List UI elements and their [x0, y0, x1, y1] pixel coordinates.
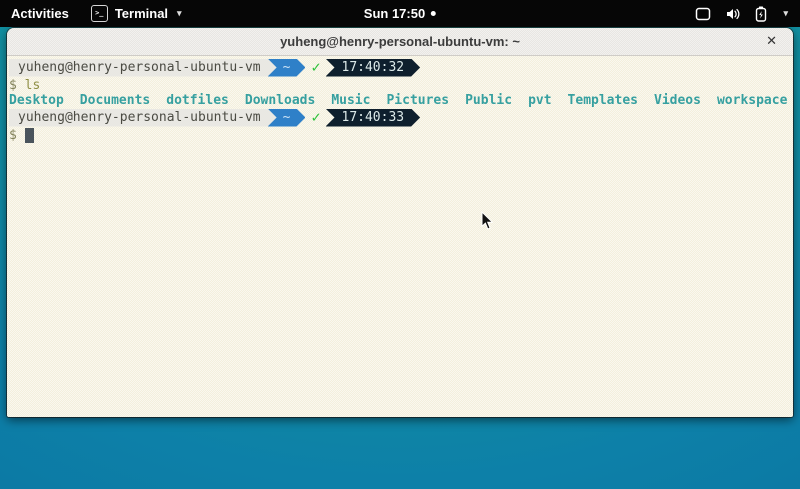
display-icon: [695, 7, 711, 21]
prompt-symbol: $: [9, 78, 17, 93]
prompt-timestamp: 17:40:33: [326, 109, 421, 127]
text-cursor: [25, 128, 34, 143]
activities-button[interactable]: Activities: [0, 0, 80, 27]
chevron-down-icon: ▾: [783, 8, 788, 19]
directory-name: Public: [465, 93, 512, 108]
directory-name: workspace: [717, 93, 787, 108]
ls-output: Desktop Documents dotfiles Downloads Music Pi…: [9, 93, 793, 108]
prompt-line: yuheng@henry-personal-ubuntu-vm ~ ✓ 17:4…: [9, 108, 793, 127]
terminal-window: yuheng@henry-personal-ubuntu-vm: ~ ✕ yuh…: [7, 28, 793, 417]
prompt-user-host: yuheng@henry-personal-ubuntu-vm: [9, 109, 277, 127]
prompt-timestamp: 17:40:32: [326, 59, 421, 77]
directory-name: pvt: [528, 93, 551, 108]
current-input-line[interactable]: $: [9, 128, 793, 143]
system-status-menu[interactable]: ▾: [683, 0, 800, 27]
directory-name: Desktop: [9, 93, 64, 108]
check-icon: ✓: [311, 110, 320, 125]
command-text: ls: [25, 78, 41, 93]
terminal-body[interactable]: yuheng@henry-personal-ubuntu-vm ~ ✓ 17:4…: [7, 56, 793, 417]
prompt-symbol: $: [9, 128, 17, 143]
directory-name: Documents: [80, 93, 150, 108]
directory-name: Videos: [654, 93, 701, 108]
window-title: yuheng@henry-personal-ubuntu-vm: ~: [280, 34, 520, 49]
directory-name: Templates: [568, 93, 638, 108]
app-menu-label: Terminal: [115, 6, 168, 21]
titlebar[interactable]: yuheng@henry-personal-ubuntu-vm: ~ ✕: [7, 28, 793, 56]
desktop: Activities >_ Terminal ▾ Sun 17:50: [0, 0, 800, 489]
volume-icon: [725, 7, 741, 21]
close-button[interactable]: ✕: [762, 28, 781, 55]
prompt-user-host: yuheng@henry-personal-ubuntu-vm: [9, 59, 277, 77]
directory-name: Downloads: [245, 93, 315, 108]
directory-name: dotfiles: [166, 93, 229, 108]
chevron-down-icon: ▾: [177, 8, 182, 19]
notification-dot-icon: [431, 11, 436, 16]
check-icon: ✓: [311, 60, 320, 75]
app-menu-terminal[interactable]: >_ Terminal ▾: [80, 0, 193, 27]
prompt-line: yuheng@henry-personal-ubuntu-vm ~ ✓ 17:4…: [9, 58, 793, 77]
top-bar: Activities >_ Terminal ▾ Sun 17:50: [0, 0, 800, 27]
directory-name: Pictures: [386, 93, 449, 108]
battery-charging-icon: [755, 6, 767, 22]
terminal-app-icon: >_: [91, 5, 108, 22]
clock-label: Sun 17:50: [364, 6, 425, 21]
command-line: $ ls: [9, 78, 793, 93]
directory-name: Music: [331, 93, 370, 108]
clock-button[interactable]: Sun 17:50: [353, 0, 447, 27]
